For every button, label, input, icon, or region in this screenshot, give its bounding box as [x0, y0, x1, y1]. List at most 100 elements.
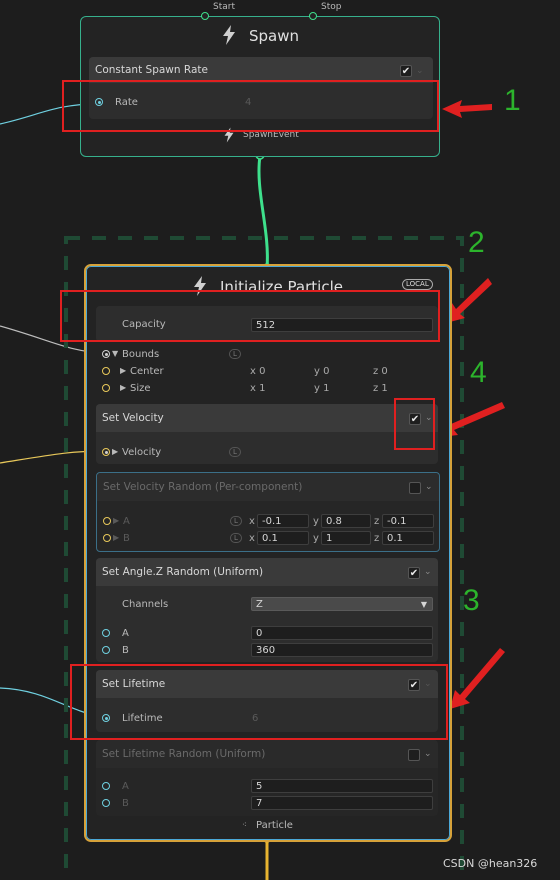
center-row: ▶ Center x 0 y 0 z 0	[86, 363, 450, 379]
b-port[interactable]	[102, 646, 110, 654]
local-space-badge[interactable]: L	[230, 516, 242, 526]
a-y-field[interactable]: 0.8	[321, 514, 371, 528]
annotation-number-2: 2	[468, 226, 485, 259]
b-label: B	[123, 533, 130, 544]
channels-label: Channels	[122, 599, 169, 610]
a-field[interactable]: 0	[251, 626, 433, 640]
a-x-field[interactable]: -0.1	[257, 514, 309, 528]
a-port[interactable]	[102, 782, 110, 790]
chevron-down-icon[interactable]: ⌄	[424, 749, 432, 759]
enable-checkbox[interactable]	[408, 749, 420, 761]
center-label: Center	[130, 366, 164, 377]
dropdown-arrow-icon: ▼	[420, 600, 427, 609]
enable-checkbox[interactable]: ✔	[400, 65, 412, 77]
block-header: Set Lifetime Random (Uniform) ⌄	[96, 740, 438, 768]
enable-checkbox[interactable]	[409, 482, 421, 494]
a-label: A	[122, 781, 129, 792]
velocity-port[interactable]	[102, 448, 110, 456]
b-z-field[interactable]: 0.1	[382, 531, 434, 545]
size-z[interactable]: z 1	[373, 383, 388, 394]
annotation-arrow-1	[442, 100, 492, 118]
axis-z-label: z	[374, 516, 380, 527]
start-port-label: Start	[213, 2, 235, 12]
a-port[interactable]	[102, 629, 110, 637]
block-title: Set Lifetime Random (Uniform)	[102, 748, 266, 760]
size-port[interactable]	[102, 384, 110, 392]
chevron-down-icon[interactable]: ⌄	[425, 482, 433, 492]
b-port[interactable]	[103, 534, 111, 542]
annotation-box-1	[62, 80, 439, 132]
channels-value: Z	[256, 599, 263, 610]
annotation-box-4	[394, 398, 435, 450]
center-y[interactable]: y 0	[314, 366, 329, 377]
local-badge[interactable]: LOCAL	[402, 279, 433, 290]
local-space-badge[interactable]: L	[230, 533, 242, 543]
lightning-icon	[223, 25, 235, 45]
velocity-random-b-row: ▶ B L x 0.1 y 1 z 0.1	[97, 530, 439, 546]
flow-spawn-to-init	[257, 155, 269, 269]
size-x[interactable]: x 1	[250, 383, 265, 394]
stop-port-label: Stop	[321, 2, 342, 12]
expand-arrow-icon[interactable]: ▶	[113, 533, 119, 542]
b-field[interactable]: 7	[251, 796, 433, 810]
chevron-down-icon[interactable]: ⌄	[416, 66, 424, 76]
b-port[interactable]	[102, 799, 110, 807]
chevron-down-icon[interactable]: ⌄	[424, 567, 432, 577]
set-angle-random-block[interactable]: Set Angle.Z Random (Uniform) ✔ ⌄ Channel…	[96, 558, 438, 662]
size-row: ▶ Size x 1 y 1 z 1	[86, 380, 450, 396]
block-header: Set Velocity Random (Per-component) ⌄	[97, 473, 439, 501]
angle-a-row: A 0	[96, 625, 438, 641]
velocity-row: ▶ Velocity L	[96, 444, 438, 460]
block-title: Set Angle.Z Random (Uniform)	[102, 566, 264, 578]
watermark: CSDN @hean326	[443, 857, 538, 870]
axis-z-label: z	[374, 533, 380, 544]
center-x[interactable]: x 0	[250, 366, 265, 377]
block-header: Set Angle.Z Random (Uniform) ✔ ⌄	[96, 558, 438, 586]
set-lifetime-random-block[interactable]: Set Lifetime Random (Uniform) ⌄ A 5 B 7	[96, 740, 438, 816]
set-velocity-random-block[interactable]: Set Velocity Random (Per-component) ⌄ ▶ …	[96, 472, 440, 552]
size-label: Size	[130, 383, 151, 394]
expand-arrow-icon[interactable]: ▶	[113, 516, 119, 525]
expand-arrow-icon[interactable]: ▶	[120, 383, 126, 392]
enable-checkbox[interactable]: ✔	[408, 567, 420, 579]
b-field[interactable]: 360	[251, 643, 433, 657]
size-y[interactable]: y 1	[314, 383, 329, 394]
block-title: Set Velocity Random (Per-component)	[103, 481, 303, 493]
set-velocity-block[interactable]: Set Velocity ✔ ⌄ ▶ Velocity L	[96, 404, 438, 464]
b-label: B	[122, 645, 129, 656]
a-field[interactable]: 5	[251, 779, 433, 793]
channels-dropdown[interactable]: Z ▼	[251, 597, 433, 611]
a-label: A	[122, 628, 129, 639]
b-y-field[interactable]: 1	[321, 531, 371, 545]
local-space-badge[interactable]: L	[229, 447, 241, 457]
axis-y-label: y	[313, 516, 319, 527]
center-z[interactable]: z 0	[373, 366, 388, 377]
block-header: Set Velocity ✔ ⌄	[96, 404, 438, 432]
annotation-number-4: 4	[470, 356, 487, 389]
lifetime-random-a-row: A 5	[96, 778, 438, 794]
local-space-badge[interactable]: L	[229, 349, 241, 359]
annotation-number-1: 1	[504, 84, 521, 117]
a-port[interactable]	[103, 517, 111, 525]
bounds-port[interactable]	[102, 350, 110, 358]
stop-port[interactable]	[309, 12, 317, 20]
start-port[interactable]	[201, 12, 209, 20]
b-x-field[interactable]: 0.1	[257, 531, 309, 545]
a-label: A	[123, 516, 130, 527]
bounds-row: ▼ Bounds L	[86, 346, 450, 362]
axis-x-label: x	[249, 533, 255, 544]
angle-b-row: B 360	[96, 642, 438, 658]
center-port[interactable]	[102, 367, 110, 375]
expand-arrow-icon[interactable]: ▼	[112, 349, 118, 358]
a-z-field[interactable]: -0.1	[382, 514, 434, 528]
spawn-title: Spawn	[249, 27, 300, 45]
channels-row: Channels Z ▼	[96, 596, 438, 612]
axis-x-label: x	[249, 516, 255, 527]
expand-arrow-icon[interactable]: ▶	[120, 366, 126, 375]
b-label: B	[122, 798, 129, 809]
initialize-particle-node[interactable]: Initialize Particle LOCAL Capacity 512 ▼…	[84, 264, 452, 842]
expand-arrow-icon[interactable]: ▶	[112, 447, 118, 456]
annotation-number-3: 3	[463, 584, 480, 617]
annotation-arrow-2	[446, 278, 492, 323]
block-title: Set Velocity	[102, 412, 164, 424]
